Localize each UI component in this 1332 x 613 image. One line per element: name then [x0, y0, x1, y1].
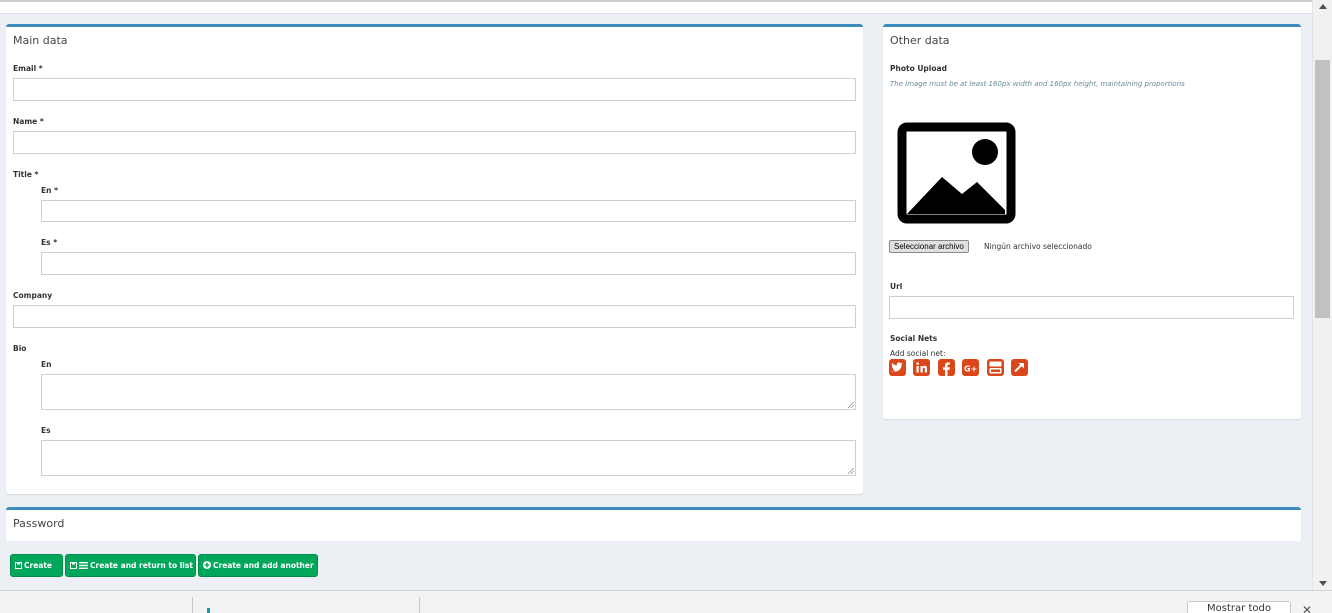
image-placeholder-icon	[897, 122, 1016, 224]
youtube-icon[interactable]	[987, 359, 1004, 376]
scroll-down-icon[interactable]	[1319, 581, 1327, 586]
other-data-box: Other data Photo Upload The image must b…	[883, 24, 1301, 419]
create-button[interactable]: Create	[10, 554, 63, 577]
main-data-box: Main data Email * Name * Title * En * Es…	[6, 24, 863, 494]
company-label: Company	[13, 291, 53, 300]
google-plus-icon[interactable]: G+	[962, 359, 979, 376]
title-es-field[interactable]	[41, 252, 856, 275]
svg-text:G+: G+	[964, 365, 977, 374]
external-link-icon[interactable]	[1011, 359, 1028, 376]
download-bar: Mostrar todo ✕	[0, 590, 1332, 613]
email-field[interactable]	[13, 78, 856, 101]
other-data-title: Other data	[890, 34, 950, 47]
create-and-return-label: Create and return to list	[90, 561, 193, 570]
company-field[interactable]	[13, 305, 856, 328]
top-strip	[0, 0, 1312, 14]
bio-label: Bio	[13, 344, 27, 353]
scroll-up-icon[interactable]	[1319, 4, 1327, 9]
password-box: Password	[6, 507, 1301, 543]
bio-es-label: Es	[41, 426, 51, 435]
social-nets-label: Social Nets	[890, 334, 938, 343]
linkedin-icon[interactable]	[913, 359, 930, 376]
form-actions: Create Create and return to list Create …	[0, 541, 1312, 590]
show-all-downloads-button[interactable]: Mostrar todo	[1187, 601, 1291, 613]
email-label: Email *	[13, 64, 43, 73]
twitter-icon[interactable]	[889, 359, 906, 376]
plus-circle-icon	[203, 556, 211, 577]
create-and-add-another-label: Create and add another	[213, 561, 314, 570]
download-separator	[419, 597, 420, 613]
file-status-text: Ningún archivo seleccionado	[984, 242, 1092, 251]
add-social-net-text: Add social net:	[890, 349, 946, 358]
bio-en-textarea[interactable]	[41, 374, 856, 410]
main-data-title: Main data	[13, 34, 68, 47]
title-es-label: Es *	[41, 238, 58, 247]
photo-upload-hint: The image must be at least 160px width a…	[890, 80, 1185, 88]
create-button-label: Create	[24, 561, 53, 570]
download-separator	[192, 597, 193, 613]
name-label: Name *	[13, 117, 44, 126]
bio-en-label: En	[41, 360, 52, 369]
save-icon	[15, 556, 22, 577]
url-field[interactable]	[889, 296, 1294, 319]
select-file-button[interactable]: Seleccionar archivo	[889, 240, 969, 253]
vertical-scrollbar[interactable]	[1312, 0, 1332, 590]
download-file-icon[interactable]	[207, 608, 210, 613]
create-and-add-another-button[interactable]: Create and add another	[198, 554, 318, 577]
list-icon	[79, 556, 88, 577]
facebook-icon[interactable]	[938, 359, 955, 376]
url-label: Url	[890, 282, 903, 291]
title-en-field[interactable]	[41, 200, 856, 222]
scroll-thumb[interactable]	[1315, 60, 1330, 318]
name-field[interactable]	[13, 131, 856, 154]
photo-upload-label: Photo Upload	[890, 64, 947, 73]
bio-es-textarea[interactable]	[41, 440, 856, 476]
title-en-label: En *	[41, 186, 58, 195]
password-title: Password	[13, 517, 65, 530]
close-icon[interactable]: ✕	[1302, 604, 1312, 613]
create-and-return-button[interactable]: Create and return to list	[65, 554, 196, 577]
title-label: Title *	[13, 170, 39, 179]
save-icon	[70, 556, 77, 577]
